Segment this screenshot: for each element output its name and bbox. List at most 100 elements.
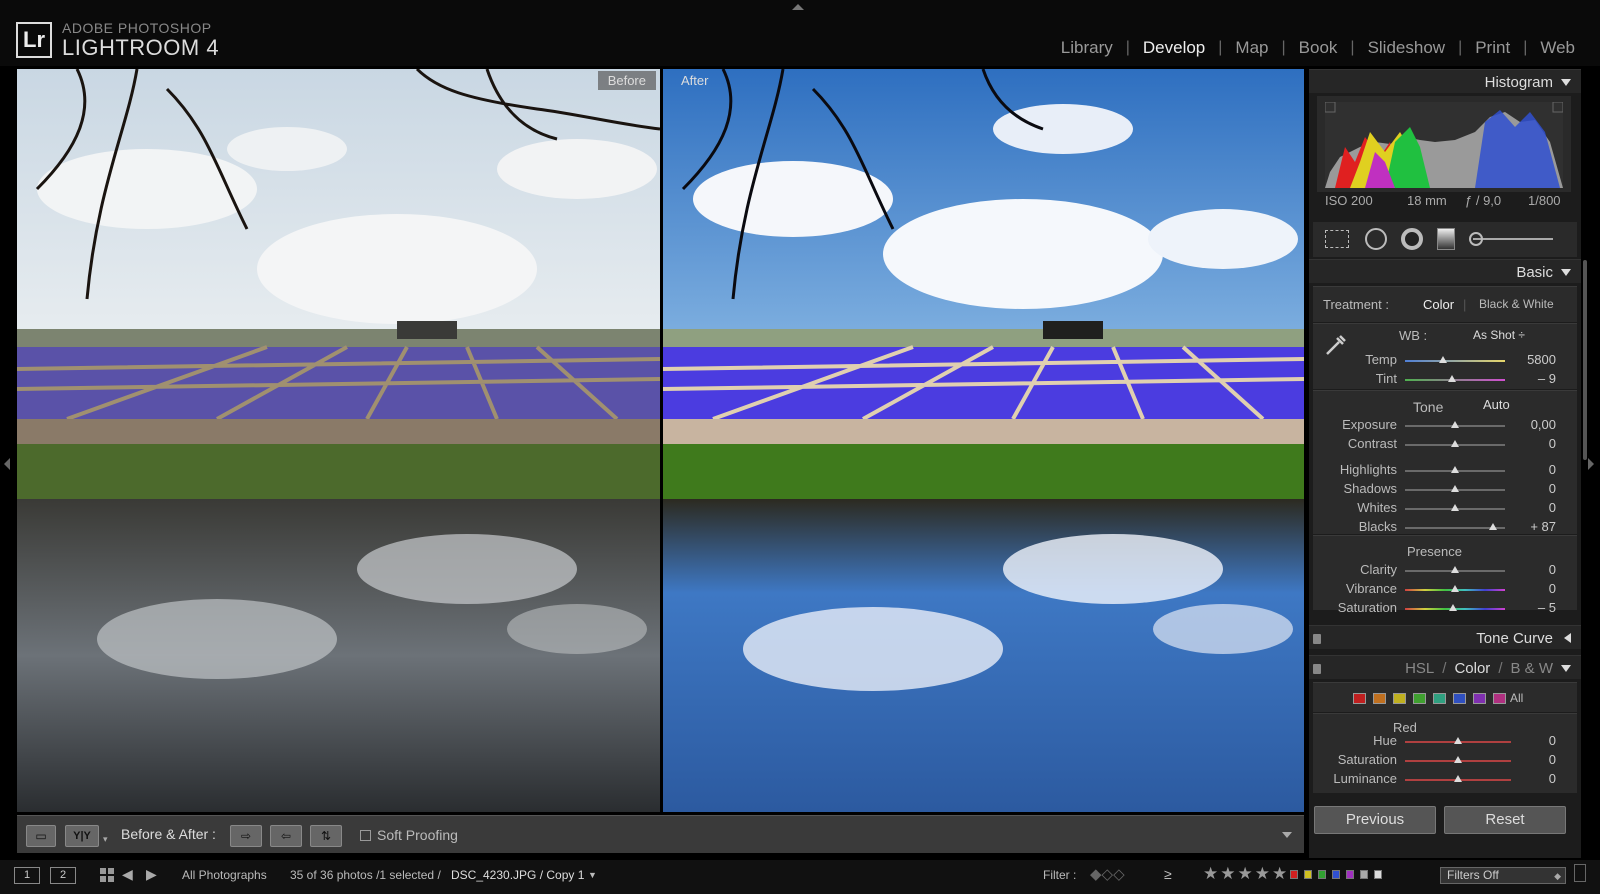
slider-value-shadows[interactable]: 0 bbox=[1506, 481, 1556, 496]
color-swatch-4[interactable] bbox=[1433, 693, 1446, 704]
collapse-triangle-icon[interactable] bbox=[1561, 269, 1571, 276]
back-arrow-icon[interactable]: ◀ bbox=[122, 866, 133, 883]
histogram[interactable] bbox=[1317, 96, 1571, 192]
color-label-blue[interactable] bbox=[1332, 870, 1340, 879]
reset-button[interactable]: Reset bbox=[1444, 806, 1566, 834]
slider-knob-shadows[interactable] bbox=[1451, 485, 1459, 492]
swatch-all[interactable]: All bbox=[1510, 691, 1523, 705]
red-eye-icon[interactable] bbox=[1401, 228, 1423, 250]
slider-value-contrast[interactable]: 0 bbox=[1506, 436, 1556, 451]
view-mode-dropdown-icon[interactable]: ▾ bbox=[103, 834, 108, 845]
slider-knob-tint[interactable] bbox=[1448, 375, 1456, 382]
slider-knob-clarity[interactable] bbox=[1451, 566, 1459, 573]
slider-knob-vibrance[interactable] bbox=[1451, 585, 1459, 592]
soft-proofing-label[interactable]: Soft Proofing bbox=[377, 827, 458, 843]
hsl-knob-saturation[interactable] bbox=[1454, 756, 1462, 763]
panel-switch-icon[interactable] bbox=[1313, 664, 1321, 674]
color-label-green[interactable] bbox=[1318, 870, 1326, 879]
filename-dropdown-icon[interactable]: ▼ bbox=[588, 870, 597, 880]
left-panel-toggle-icon[interactable] bbox=[4, 458, 10, 470]
grid-view-icon[interactable] bbox=[100, 868, 114, 887]
filename[interactable]: DSC_4230.JPG / Copy 1 bbox=[451, 868, 584, 882]
forward-arrow-icon[interactable]: ▶ bbox=[146, 866, 157, 883]
slider-value-blacks[interactable]: + 87 bbox=[1506, 519, 1556, 534]
slider-value-saturation[interactable]: – 5 bbox=[1506, 600, 1556, 615]
loupe-view-button[interactable]: ▭ bbox=[26, 825, 56, 847]
crop-tool-icon[interactable] bbox=[1325, 230, 1349, 248]
toolbar-menu-icon[interactable] bbox=[1282, 832, 1292, 838]
slider-value-temp[interactable]: 5800 bbox=[1506, 352, 1556, 367]
color-label-yellow[interactable] bbox=[1304, 870, 1312, 879]
color-swatch-1[interactable] bbox=[1373, 693, 1386, 704]
module-print[interactable]: Print bbox=[1462, 38, 1523, 58]
slider-knob-highlights[interactable] bbox=[1451, 466, 1459, 473]
color-swatch-3[interactable] bbox=[1413, 693, 1426, 704]
color-swatch-5[interactable] bbox=[1453, 693, 1466, 704]
source-label[interactable]: All Photographs bbox=[182, 868, 267, 882]
slider-knob-contrast[interactable] bbox=[1451, 440, 1459, 447]
hsl-knob-hue[interactable] bbox=[1454, 737, 1462, 744]
copy-before-to-after-button[interactable]: ⇨ bbox=[230, 825, 262, 847]
slider-knob-whites[interactable] bbox=[1451, 504, 1459, 511]
hsl-value-luminance[interactable]: 0 bbox=[1506, 771, 1556, 786]
module-slideshow[interactable]: Slideshow bbox=[1355, 38, 1459, 58]
color-label-none[interactable] bbox=[1374, 870, 1382, 879]
window-1-button[interactable]: 1 bbox=[14, 867, 40, 884]
soft-proofing-checkbox[interactable] bbox=[360, 830, 371, 841]
treatment-color-option[interactable]: Color bbox=[1423, 297, 1454, 312]
previous-button[interactable]: Previous bbox=[1314, 806, 1436, 834]
slider-value-highlights[interactable]: 0 bbox=[1506, 462, 1556, 477]
color-swatch-0[interactable] bbox=[1353, 693, 1366, 704]
filmstrip-toggle-icon[interactable] bbox=[1574, 864, 1586, 882]
module-library[interactable]: Library bbox=[1048, 38, 1126, 58]
spot-removal-icon[interactable] bbox=[1365, 228, 1387, 250]
hsl-value-saturation[interactable]: 0 bbox=[1506, 752, 1556, 767]
collapse-triangle-icon[interactable] bbox=[1561, 665, 1571, 672]
swap-before-after-button[interactable]: ⇅ bbox=[310, 825, 342, 847]
slider-knob-blacks[interactable] bbox=[1489, 523, 1497, 530]
tab-bw[interactable]: B & W bbox=[1510, 660, 1553, 677]
tone-curve-header[interactable]: Tone Curve bbox=[1309, 625, 1581, 649]
hsl-knob-luminance[interactable] bbox=[1454, 775, 1462, 782]
basic-header[interactable]: Basic bbox=[1309, 259, 1581, 283]
photo-after[interactable]: After bbox=[663, 69, 1304, 812]
color-label-custom[interactable] bbox=[1360, 870, 1368, 879]
photo-before[interactable]: Before bbox=[17, 69, 660, 812]
slider-value-exposure[interactable]: 0,00 bbox=[1506, 417, 1556, 432]
hsl-value-hue[interactable]: 0 bbox=[1506, 733, 1556, 748]
copy-after-to-before-button[interactable]: ⇦ bbox=[270, 825, 302, 847]
slider-knob-exposure[interactable] bbox=[1451, 421, 1459, 428]
graduated-filter-icon[interactable] bbox=[1437, 228, 1455, 250]
tone-auto-button[interactable]: Auto bbox=[1483, 397, 1510, 412]
slider-knob-temp[interactable] bbox=[1439, 356, 1447, 363]
module-develop[interactable]: Develop bbox=[1130, 38, 1218, 58]
module-web[interactable]: Web bbox=[1527, 38, 1588, 58]
rating-filter-stars[interactable]: ★★★★★ bbox=[1203, 864, 1289, 884]
rating-operator[interactable]: ≥ bbox=[1164, 866, 1172, 882]
panel-switch-icon[interactable] bbox=[1313, 634, 1321, 644]
color-swatch-7[interactable] bbox=[1493, 693, 1506, 704]
panel-scrollbar[interactable] bbox=[1583, 260, 1587, 460]
top-panel-toggle-icon[interactable] bbox=[792, 4, 804, 10]
color-swatch-2[interactable] bbox=[1393, 693, 1406, 704]
tab-color[interactable]: Color bbox=[1454, 660, 1490, 677]
slider-knob-saturation[interactable] bbox=[1449, 604, 1457, 611]
flag-filter-icon[interactable]: ◆◇◇ bbox=[1090, 865, 1125, 883]
slider-value-clarity[interactable]: 0 bbox=[1506, 562, 1556, 577]
slider-value-tint[interactable]: – 9 bbox=[1506, 371, 1556, 386]
histogram-header[interactable]: Histogram bbox=[1309, 69, 1581, 93]
window-2-button[interactable]: 2 bbox=[50, 867, 76, 884]
slider-temp[interactable] bbox=[1405, 360, 1505, 362]
treatment-bw-option[interactable]: Black & White bbox=[1479, 297, 1554, 311]
slider-value-vibrance[interactable]: 0 bbox=[1506, 581, 1556, 596]
adjustment-brush-icon[interactable] bbox=[1473, 238, 1553, 240]
expand-triangle-icon[interactable] bbox=[1564, 633, 1571, 643]
module-book[interactable]: Book bbox=[1286, 38, 1351, 58]
wb-select[interactable]: As Shot ÷ bbox=[1473, 328, 1525, 342]
hsl-header[interactable]: HSL / Color / B & W bbox=[1309, 655, 1581, 679]
color-swatch-6[interactable] bbox=[1473, 693, 1486, 704]
before-after-view-button[interactable]: Y|Y bbox=[65, 825, 99, 847]
module-map[interactable]: Map bbox=[1222, 38, 1281, 58]
slider-value-whites[interactable]: 0 bbox=[1506, 500, 1556, 515]
color-label-purple[interactable] bbox=[1346, 870, 1354, 879]
